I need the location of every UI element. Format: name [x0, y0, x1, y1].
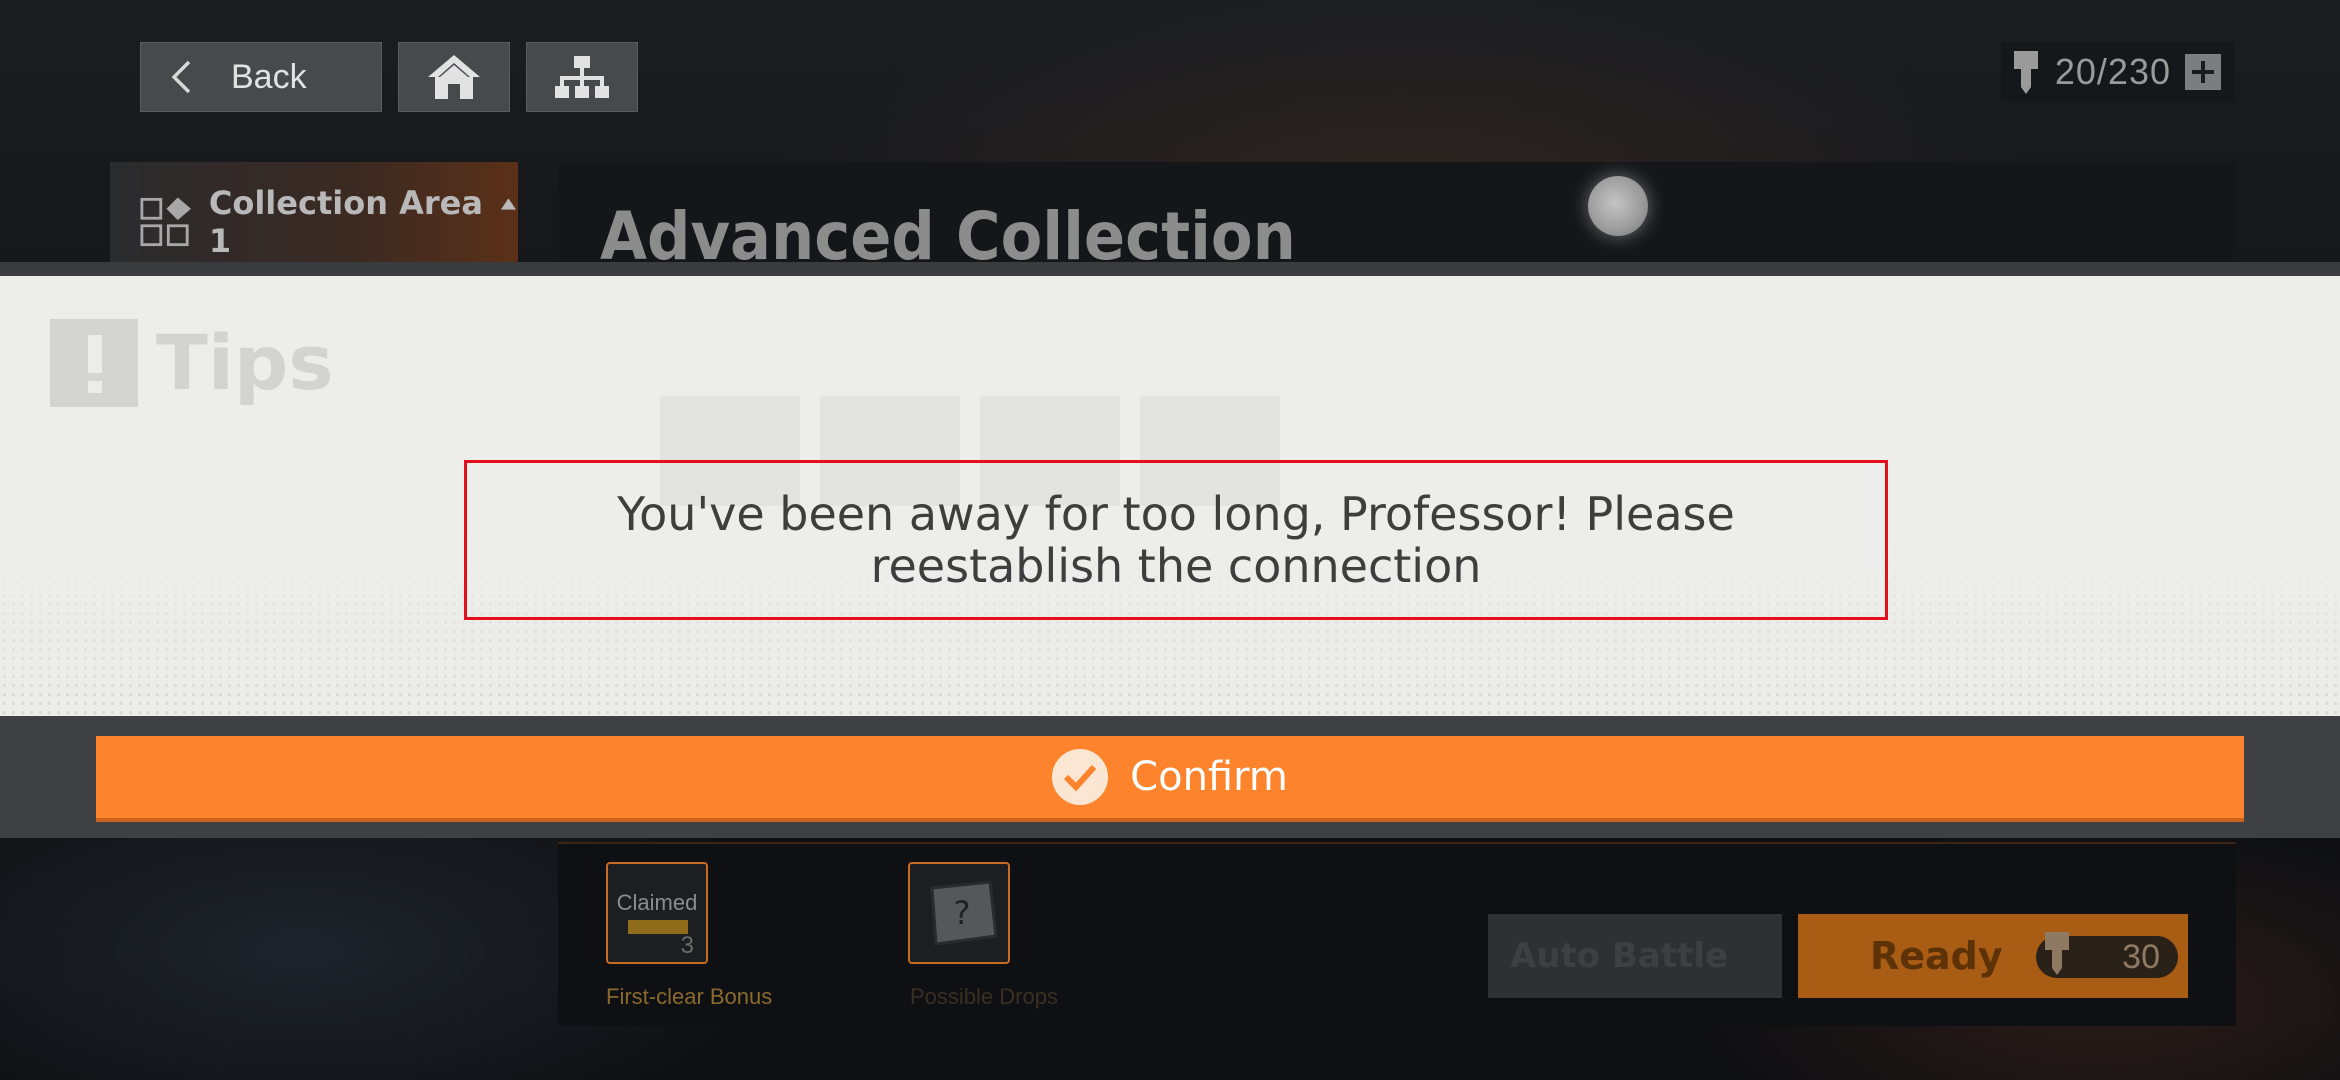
possible-drop-item[interactable]: ? — [908, 862, 1010, 964]
dialog-message: You've been away for too long, Professor… — [617, 487, 1735, 593]
glowing-orb — [1588, 176, 1648, 236]
key-icon — [2013, 51, 2038, 94]
mystery-item-icon: ? — [930, 880, 998, 946]
stamina-value: 20/230 — [2054, 51, 2171, 92]
grid-icon — [140, 197, 191, 247]
possible-drops-caption: Possible Drops — [910, 984, 1058, 1009]
confirm-label: Confirm — [1130, 754, 1288, 800]
area-selector[interactable]: Collection Area 1 — [110, 162, 518, 262]
exclamation-icon — [50, 318, 138, 407]
ready-cost-value: 30 — [2122, 937, 2160, 976]
stage-map-button[interactable] — [526, 42, 638, 112]
svg-text:?: ? — [954, 894, 971, 932]
key-icon — [2045, 932, 2069, 975]
add-stamina-button[interactable] — [2185, 54, 2221, 90]
home-icon — [428, 55, 480, 99]
first-clear-caption: First-clear Bonus — [606, 984, 773, 1009]
claimed-bar — [628, 920, 688, 934]
area-label: Collection Area 1 — [208, 184, 483, 260]
home-button[interactable] — [398, 42, 510, 112]
auto-battle-button[interactable]: Auto Battle — [1488, 914, 1782, 998]
ready-cost-badge: 30 — [2036, 932, 2178, 978]
reward-quantity: 3 — [680, 932, 694, 959]
message-highlight-box: You've been away for too long, Professor… — [464, 460, 1888, 620]
dialog-title: Tips — [156, 318, 334, 407]
ready-button[interactable]: Ready 30 — [1798, 914, 2188, 998]
first-clear-reward[interactable]: Claimed 3 — [606, 862, 708, 964]
stamina-counter: 20/230 — [2000, 42, 2235, 102]
hierarchy-icon — [555, 56, 609, 98]
back-label: Back — [231, 57, 307, 96]
check-icon — [1052, 749, 1109, 805]
caret-up-icon — [501, 198, 517, 210]
claimed-label: Claimed — [616, 890, 698, 915]
dialog-header: Tips — [50, 318, 334, 407]
tips-dialog: Tips You've been away for too long, Prof… — [0, 276, 2340, 716]
chevron-left-icon — [171, 60, 191, 94]
auto-battle-label: Auto Battle — [1510, 936, 1729, 976]
confirm-button[interactable]: Confirm — [96, 736, 2244, 818]
ready-label: Ready — [1870, 934, 2003, 978]
stage-title-panel: Advanced Collection — [558, 162, 2236, 275]
back-button[interactable]: Back — [140, 42, 382, 112]
